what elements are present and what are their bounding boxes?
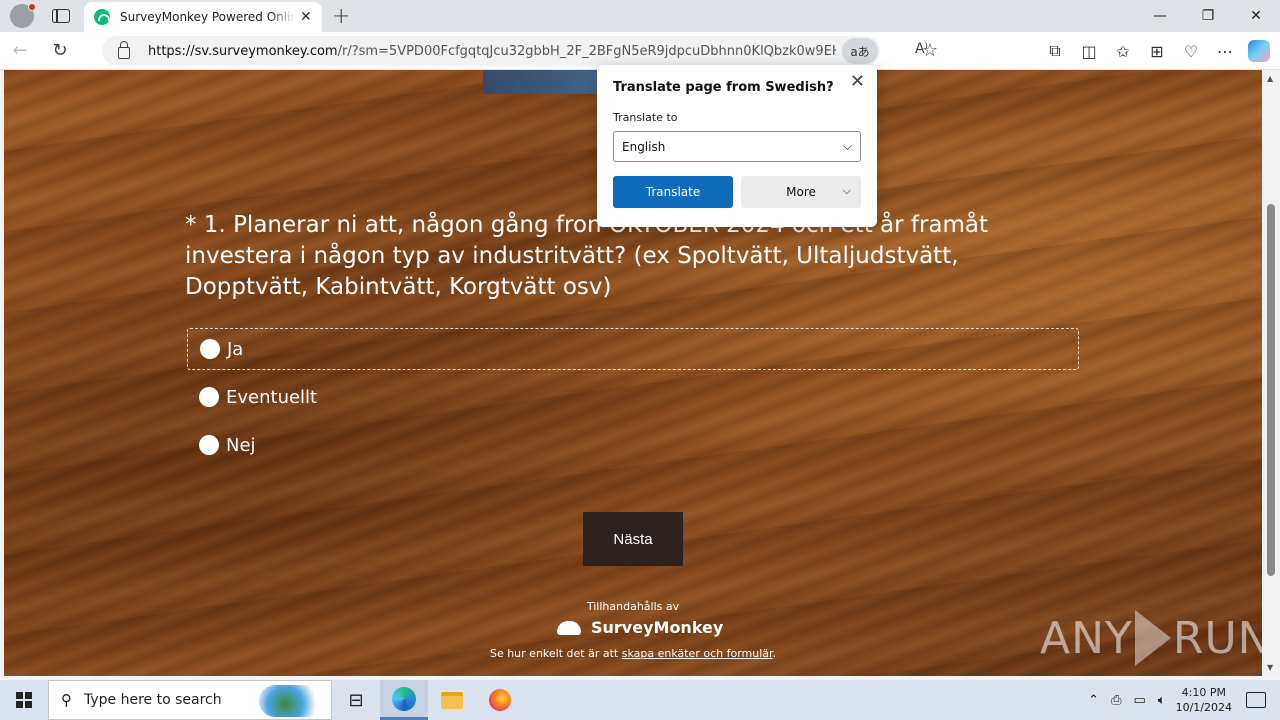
option-ja[interactable]: Ja	[187, 328, 1079, 370]
option-label[interactable]: Eventuellt	[226, 387, 317, 408]
network-icon[interactable]: ▭	[1133, 693, 1145, 708]
back-icon[interactable]: ←	[0, 40, 40, 61]
device-icon[interactable]: ⎙	[1111, 693, 1121, 708]
chevron-down-icon: ⌵	[842, 139, 852, 153]
lock-icon[interactable]	[118, 41, 130, 59]
tab-bar: SurveyMonkey Powered Online Survey ✕ + —…	[0, 0, 1280, 32]
footer-text: Se hur enkelt det är att	[489, 647, 622, 660]
restore-button[interactable]: ❐	[1184, 0, 1232, 32]
task-view-icon[interactable]: ⊟	[332, 680, 380, 720]
scroll-down-icon[interactable]: ▼	[1267, 663, 1273, 672]
profile-avatar[interactable]	[10, 3, 36, 28]
url-field[interactable]: https://sv.surveymonkey.com/r/?sm=5VPD00…	[102, 36, 938, 66]
anyrun-watermark: ANY RUN	[1040, 610, 1262, 666]
firefox-icon	[489, 689, 511, 711]
file-explorer-taskbar-icon[interactable]	[428, 680, 476, 720]
windows-icon	[16, 692, 32, 708]
copilot-icon[interactable]	[1248, 40, 1270, 62]
search-highlight-image	[259, 685, 325, 717]
surveymonkey-logo[interactable]: SurveyMonkey	[555, 618, 723, 637]
active-tab[interactable]: SurveyMonkey Powered Online Survey ✕	[84, 2, 322, 32]
extensions-icon[interactable]: ⧉	[1038, 41, 1072, 61]
edge-taskbar-icon[interactable]	[380, 680, 428, 720]
selected-language: English	[622, 139, 666, 154]
collections-icon[interactable]: ⊞	[1140, 42, 1174, 61]
option-nej[interactable]: Nej	[187, 424, 1079, 466]
toolbar-icons: ⧉ ◫ ✩ ⊞ ♡ ⋯	[1038, 32, 1270, 70]
create-surveys-link[interactable]: skapa enkäter och formulär	[622, 647, 773, 660]
taskbar: ⚲ Type here to search ⊟ ⌃ ⎙ ▭ 🔈︎ 4:10 PM…	[0, 680, 1280, 720]
url-host: https://sv.surveymonkey.com	[148, 43, 338, 59]
split-screen-icon[interactable]: ◫	[1072, 42, 1106, 61]
settings-menu-icon[interactable]: ⋯	[1208, 42, 1242, 61]
radio-icon[interactable]	[200, 339, 220, 359]
favorite-star-icon[interactable]: ☆	[922, 40, 938, 61]
chevron-up-icon[interactable]: ⌃	[1088, 693, 1099, 708]
window-controls: — ❐ ✕	[1136, 0, 1280, 32]
translate-button[interactable]: Translate	[613, 176, 733, 208]
refresh-icon[interactable]: ↻	[40, 40, 80, 61]
close-window-button[interactable]: ✕	[1232, 0, 1280, 32]
translate-popup: Translate page from Swedish? ✕ Translate…	[597, 65, 877, 227]
more-label: More	[786, 185, 816, 199]
performance-icon[interactable]: ♡	[1174, 42, 1208, 61]
play-icon	[1134, 610, 1171, 666]
start-button[interactable]	[0, 680, 48, 720]
firefox-taskbar-icon[interactable]	[476, 680, 524, 720]
radio-icon[interactable]	[199, 387, 219, 407]
url-text[interactable]: https://sv.surveymonkey.com/r/?sm=5VPD00…	[148, 44, 836, 59]
tab-close-icon[interactable]: ✕	[300, 9, 312, 25]
notification-dot	[28, 3, 36, 11]
option-eventuellt[interactable]: Eventuellt	[187, 376, 1079, 418]
radio-icon[interactable]	[199, 435, 219, 455]
clock-date: 10/1/2024	[1175, 701, 1232, 714]
translate-icon[interactable]: aあ	[842, 38, 878, 64]
language-select[interactable]: English ⌵	[613, 131, 861, 162]
chevron-down-icon: ⌵	[842, 184, 851, 197]
surveymonkey-logo-icon	[555, 619, 585, 637]
clock[interactable]: 4:10 PM 10/1/2024	[1176, 685, 1232, 715]
watermark-left: ANY	[1040, 612, 1133, 664]
clock-time: 4:10 PM	[1181, 686, 1226, 699]
volume-icon[interactable]: 🔈︎	[1158, 693, 1166, 708]
edge-icon	[392, 686, 416, 711]
next-button[interactable]: Nästa	[583, 512, 683, 566]
new-tab-button[interactable]: +	[332, 4, 350, 29]
watermark-right: RUN	[1172, 612, 1262, 664]
surveymonkey-favicon-icon	[94, 9, 110, 25]
option-label[interactable]: Ja	[227, 339, 243, 360]
folder-icon	[441, 691, 463, 709]
tab-title: SurveyMonkey Powered Online Survey	[120, 10, 296, 24]
taskbar-search[interactable]: ⚲ Type here to search	[48, 680, 332, 720]
url-path: /r/?sm=5VPD00FcfgqtqJcu32gbbH_2F_2BFgN5e…	[337, 43, 836, 59]
page-scrollbar[interactable]: ▲ ▼	[1262, 70, 1280, 676]
translate-to-label: Translate to	[613, 111, 678, 124]
search-icon: ⚲	[61, 691, 72, 709]
minimize-button[interactable]: —	[1136, 0, 1184, 32]
scroll-thumb[interactable]	[1267, 204, 1275, 576]
favorites-icon[interactable]: ✩	[1106, 42, 1140, 61]
search-placeholder: Type here to search	[84, 692, 222, 708]
popup-title: Translate page from Swedish?	[613, 80, 834, 95]
brand-name: SurveyMonkey	[591, 618, 724, 637]
option-label[interactable]: Nej	[226, 435, 256, 456]
survey-logo-image	[483, 70, 603, 94]
tab-actions-icon[interactable]	[52, 9, 70, 23]
system-tray: ⌃ ⎙ ▭ 🔈︎ 4:10 PM 10/1/2024	[1082, 680, 1280, 720]
notifications-icon[interactable]	[1246, 692, 1266, 708]
more-button[interactable]: More ⌵	[741, 176, 861, 208]
close-icon[interactable]: ✕	[850, 71, 865, 92]
footer-end: .	[772, 647, 777, 660]
scroll-up-icon[interactable]: ▲	[1267, 74, 1273, 83]
